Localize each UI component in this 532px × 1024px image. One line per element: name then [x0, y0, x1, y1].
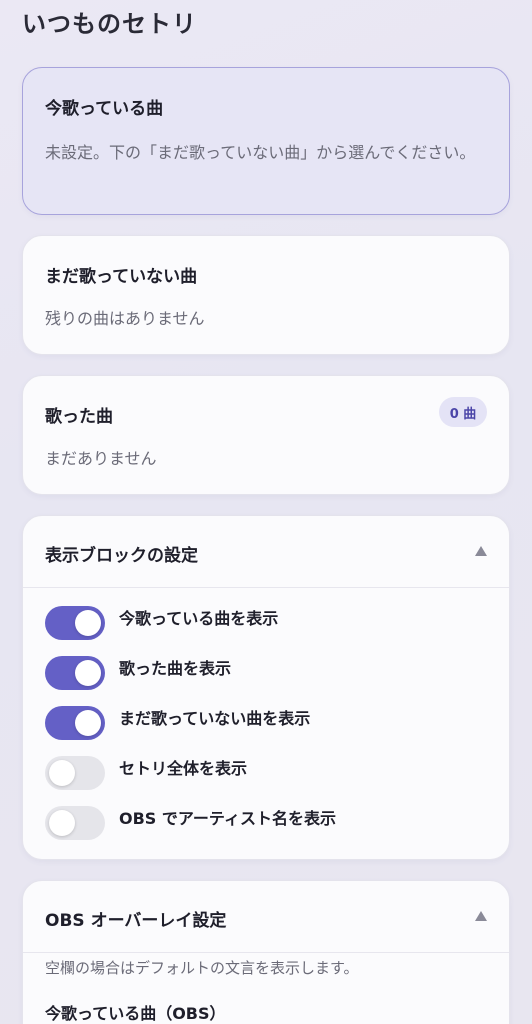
unsung-songs-card: まだ歌っていない曲 残りの曲はありません: [22, 235, 510, 355]
display-blocks-card: 表示ブロックの設定 今歌っている曲を表示 歌った曲を表示 まだ歌っていない曲を表…: [22, 515, 510, 860]
toggle-label: 歌った曲を表示: [119, 659, 232, 678]
obs-field-label: 今歌っている曲（OBS）: [45, 1004, 226, 1023]
chevron-up-icon[interactable]: [475, 546, 487, 556]
toggle-row-obs-artist[interactable]: OBS でアーティスト名を表示: [45, 806, 336, 840]
sung-songs-title: 歌った曲: [45, 407, 113, 427]
toggle-knob: [75, 610, 101, 636]
obs-overlay-hint: 空欄の場合はデフォルトの文言を表示します。: [45, 959, 359, 977]
toggle-knob: [75, 710, 101, 736]
toggle-label: OBS でアーティスト名を表示: [119, 809, 336, 828]
toggle-knob: [49, 810, 75, 836]
toggle-label: まだ歌っていない曲を表示: [119, 709, 311, 728]
toggle-row-now-playing[interactable]: 今歌っている曲を表示: [45, 606, 278, 640]
now-playing-card: 今歌っている曲 未設定。下の「まだ歌っていない曲」から選んでください。: [22, 67, 510, 215]
sung-songs-empty: まだありません: [45, 449, 157, 468]
toggle-row-unsung[interactable]: まだ歌っていない曲を表示: [45, 706, 310, 740]
toggle-switch[interactable]: [45, 606, 105, 640]
toggle-label: 今歌っている曲を表示: [119, 609, 279, 628]
now-playing-title: 今歌っている曲: [45, 99, 164, 119]
obs-overlay-card: OBS オーバーレイ設定 空欄の場合はデフォルトの文言を表示します。 今歌ってい…: [22, 880, 510, 1024]
obs-overlay-title: OBS オーバーレイ設定: [45, 911, 227, 931]
toggle-knob: [75, 660, 101, 686]
toggle-switch[interactable]: [45, 656, 105, 690]
toggle-switch[interactable]: [45, 756, 105, 790]
divider: [23, 587, 509, 588]
chevron-up-icon[interactable]: [475, 911, 487, 921]
toggle-row-sung[interactable]: 歌った曲を表示: [45, 656, 231, 690]
display-blocks-title: 表示ブロックの設定: [45, 546, 198, 566]
toggle-row-full-setlist[interactable]: セトリ全体を表示: [45, 756, 247, 790]
sung-count-badge: 0 曲: [439, 397, 487, 427]
unsung-songs-title: まだ歌っていない曲: [45, 267, 198, 287]
page: いつものセトリ 今歌っている曲 未設定。下の「まだ歌っていない曲」から選んでくだ…: [0, 0, 532, 1024]
toggle-label: セトリ全体を表示: [119, 759, 248, 778]
page-title: いつものセトリ: [22, 10, 197, 38]
toggle-switch[interactable]: [45, 806, 105, 840]
sung-songs-card: 歌った曲 0 曲 まだありません: [22, 375, 510, 495]
toggle-switch[interactable]: [45, 706, 105, 740]
toggle-knob: [49, 760, 75, 786]
now-playing-status: 未設定。下の「まだ歌っていない曲」から選んでください。: [45, 143, 476, 162]
unsung-songs-empty: 残りの曲はありません: [45, 309, 205, 328]
divider: [23, 952, 509, 953]
